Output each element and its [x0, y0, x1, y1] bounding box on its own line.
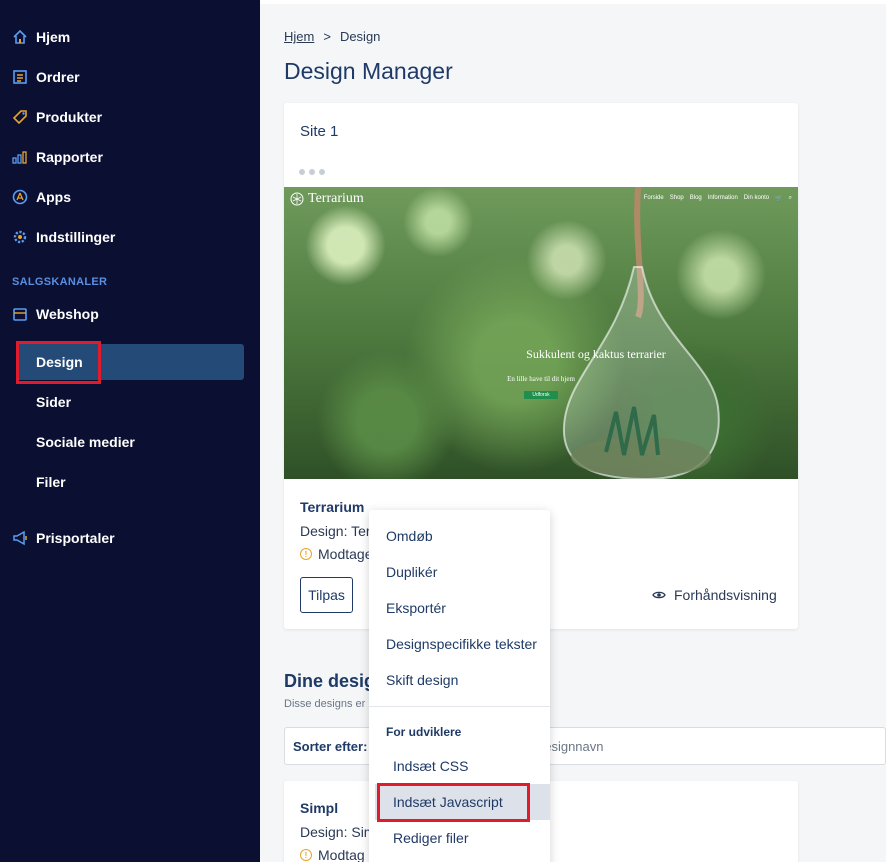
nav-label-prisportaler: Prisportaler	[36, 530, 115, 546]
more-options-icon[interactable]	[299, 169, 325, 175]
designs-section-desc: Disse designs er	[284, 698, 366, 710]
sidebar-item-sociale-medier[interactable]: Sociale medier	[36, 434, 135, 450]
warning-icon: !	[300, 548, 312, 560]
nav-item-rapporter[interactable]: Rapporter	[12, 139, 103, 175]
nav-item-produkter[interactable]: Produkter	[12, 99, 102, 135]
breadcrumb-current: Design	[339, 29, 381, 44]
menu-item-designspecifikke-tekster[interactable]: Designspecifikke tekster	[369, 626, 550, 662]
design-template-line: Design: Sim	[300, 824, 376, 840]
menu-item-dupliker[interactable]: Duplikér	[369, 554, 550, 590]
preview-logo-text: Terrarium	[308, 191, 364, 206]
menu-item-insert-css[interactable]: Indsæt CSS	[375, 748, 550, 784]
sidebar-item-filer[interactable]: Filer	[36, 474, 66, 490]
tag-icon	[12, 109, 28, 125]
nav-label-hjem: Hjem	[36, 29, 71, 45]
megaphone-icon	[12, 530, 28, 546]
menu-item-eksporter[interactable]: Eksportér	[369, 590, 550, 626]
nav-item-hjem[interactable]: Hjem	[12, 19, 70, 55]
sidebar-item-design[interactable]: Design	[36, 354, 83, 370]
nav-label-apps: Apps	[36, 189, 71, 205]
nav-item-apps[interactable]: Apps	[12, 179, 71, 215]
preview-search-icon: ⌕	[788, 195, 792, 201]
sidebar-item-sider[interactable]: Sider	[36, 394, 71, 410]
preview-cart-icon: 🛒	[775, 196, 783, 202]
menu-item-skift-design[interactable]: Skift design	[369, 662, 550, 698]
menu-item-edit-files[interactable]: Rediger filer	[375, 820, 550, 856]
nav-item-indstillinger[interactable]: Indstillinger	[12, 219, 115, 255]
nav-label-rapporter: Rapporter	[36, 149, 103, 165]
nav-item-ordrer[interactable]: Ordrer	[12, 59, 80, 95]
design-status-text: Modtag	[318, 847, 365, 862]
sidebar: Hjem Ordrer Produkter Rapporter Apps Ind…	[0, 0, 260, 862]
nav-item-prisportaler[interactable]: Prisportaler	[12, 520, 115, 556]
top-strip	[260, 0, 886, 4]
nav-label-produkter: Produkter	[36, 109, 103, 125]
preview-hero-title: Sukkulent og kaktus terrarier	[526, 347, 666, 361]
breadcrumb-separator: >	[323, 29, 331, 44]
chart-icon	[12, 149, 28, 165]
page-title: Design Manager	[284, 58, 453, 84]
preview-logo: Terrarium	[290, 191, 364, 207]
terrarium-bulb-graphic	[562, 187, 720, 479]
warning-icon: !	[300, 849, 312, 861]
menu-item-insert-javascript[interactable]: Indsæt Javascript	[375, 784, 550, 820]
preview-link-label: Forhåndsvisning	[674, 587, 777, 603]
terrarium-logo-icon	[290, 192, 304, 206]
nav-label-webshop: Webshop	[36, 306, 99, 322]
gear-icon	[12, 229, 28, 245]
customize-button[interactable]: Tilpas	[300, 577, 353, 613]
sort-label: Sorter efter:	[293, 739, 368, 754]
design-status-text: Modtage	[318, 546, 373, 562]
design-actions-menu: Omdøb Duplikér Eksportér Designspecifikk…	[369, 510, 550, 862]
orders-icon	[12, 69, 28, 85]
nav-item-webshop[interactable]: Webshop	[12, 296, 99, 332]
design-name: Terrarium	[300, 499, 365, 515]
apps-icon	[12, 189, 28, 205]
home-icon	[12, 29, 28, 45]
nav-label-ordrer: Ordrer	[36, 69, 80, 85]
design-preview-image: Terrarium Forside Shop Blog Information …	[284, 187, 798, 479]
design-status: ! Modtag	[300, 847, 365, 862]
nav-label-indstillinger: Indstillinger	[36, 229, 116, 245]
site-title: Site 1	[300, 123, 339, 140]
design-status: ! Modtage	[300, 546, 372, 562]
preview-hero-subtitle: En lille have til dit hjem	[507, 375, 575, 383]
preview-hero-button: Udforsk	[524, 391, 558, 399]
design-name: Simpl	[300, 800, 339, 816]
section-label-salgskanaler: SALGSKANALER	[12, 276, 108, 288]
store-icon	[12, 306, 28, 322]
breadcrumb: Hjem > Design	[284, 29, 380, 44]
menu-heading-developers: For udviklere	[386, 725, 462, 739]
menu-item-omdob[interactable]: Omdøb	[369, 518, 550, 554]
preview-link[interactable]: Forhåndsvisning	[652, 587, 777, 603]
preview-nav-item: Din konto	[743, 195, 770, 201]
design-template-line: Design: Ter	[300, 523, 371, 539]
menu-divider	[369, 706, 550, 707]
eye-icon	[652, 591, 666, 599]
designs-section-title: Dine desig	[284, 671, 376, 691]
breadcrumb-home-link[interactable]: Hjem	[284, 29, 314, 44]
